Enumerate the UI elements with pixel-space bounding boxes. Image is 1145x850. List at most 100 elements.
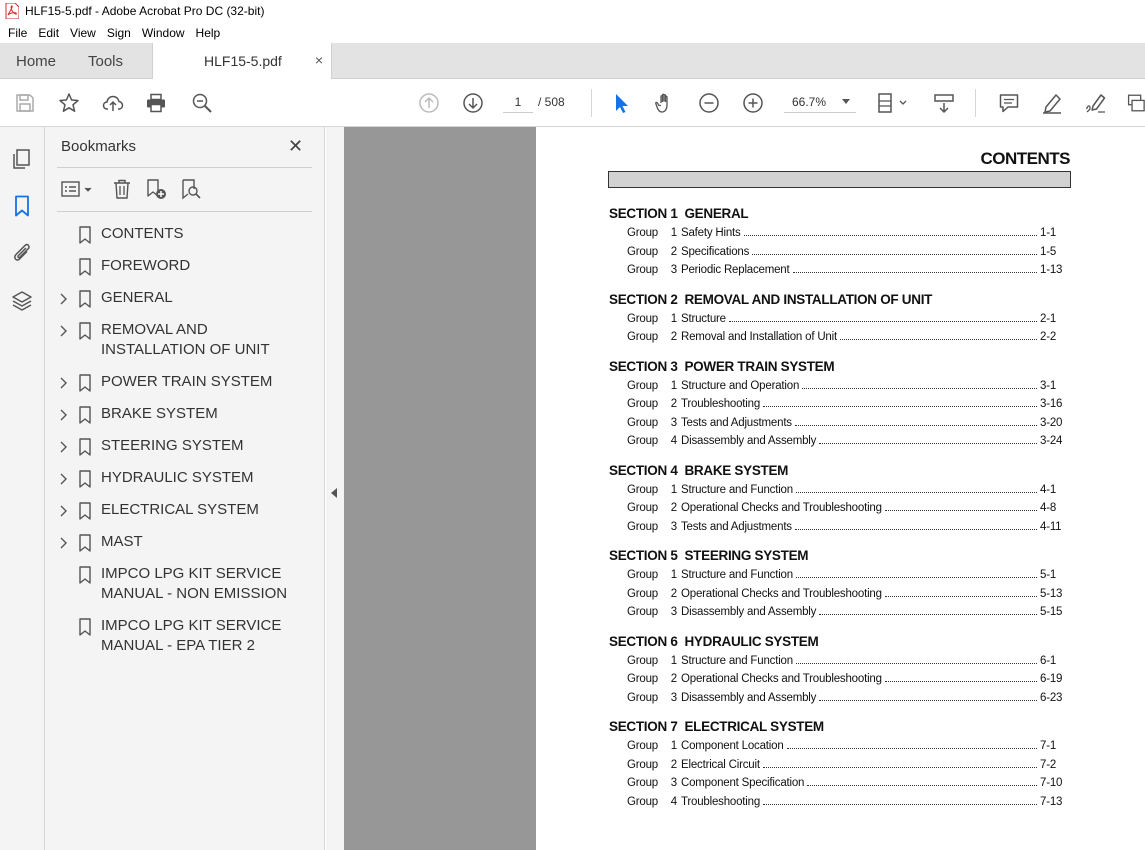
- bookmark-item[interactable]: REMOVAL AND INSTALLATION OF UNIT: [45, 318, 325, 370]
- bookmark-item[interactable]: IMPCO LPG KIT SERVICE MANUAL - NON EMISS…: [45, 562, 325, 614]
- bookmark-item[interactable]: IMPCO LPG KIT SERVICE MANUAL - EPA TIER …: [45, 614, 325, 666]
- toc-group-number: 3: [670, 691, 677, 704]
- bookmarks-icon[interactable]: [10, 194, 34, 218]
- section-heading: SECTION 7 ELECTRICAL SYSTEM: [609, 719, 824, 734]
- title-rule-bar: [608, 171, 1071, 188]
- more-tools-icon[interactable]: [1126, 91, 1145, 115]
- search-zoom-icon[interactable]: [190, 91, 214, 115]
- chevron-right-icon[interactable]: [58, 376, 68, 390]
- layers-icon[interactable]: [10, 289, 34, 313]
- toc-entry: Group 2 Electrical Circuit 7-2: [609, 758, 1064, 777]
- toc-group-label: Group: [627, 416, 658, 429]
- toc-entry-title: Disassembly and Assembly: [681, 606, 817, 618]
- document-viewport[interactable]: CONTENTS SECTION 1 GENERAL Group 1 Safety H…: [344, 127, 1145, 850]
- toc-entry: Group 1 Structure and Function 5-1: [609, 568, 1064, 587]
- new-bookmark-icon[interactable]: [145, 178, 169, 202]
- bookmark-item[interactable]: FOREWORD: [45, 254, 325, 286]
- toc-entry-title: Structure: [681, 312, 726, 325]
- close-icon[interactable]: ✕: [288, 137, 303, 155]
- toc-entry-title: Operational Checks and Troubleshooting: [681, 502, 882, 514]
- bookmark-item[interactable]: HYDRAULIC SYSTEM: [45, 466, 325, 498]
- chevron-right-icon[interactable]: [58, 472, 68, 486]
- chevron-right-icon[interactable]: [58, 440, 68, 454]
- attachments-icon[interactable]: [10, 240, 34, 264]
- sign-icon[interactable]: [1084, 91, 1108, 115]
- chevron-right-icon[interactable]: [58, 504, 68, 518]
- page-thumbnails-icon[interactable]: [10, 147, 34, 171]
- toc-entry: Group 1 Structure and Operation 3-1: [609, 379, 1064, 398]
- section-heading: SECTION 1 GENERAL: [609, 206, 749, 221]
- dot-leader: [807, 776, 1037, 786]
- page-total: / 508: [538, 95, 565, 109]
- toc-group-label: Group: [627, 654, 658, 667]
- toc-group-label: Group: [627, 264, 658, 276]
- zoom-in-icon[interactable]: [741, 91, 765, 115]
- chevron-down-icon: [842, 99, 850, 104]
- dot-leader: [884, 587, 1037, 597]
- menu-window[interactable]: Window: [142, 26, 185, 40]
- highlight-pen-icon[interactable]: [1040, 91, 1064, 115]
- toc-group-number: 2: [670, 758, 677, 771]
- tab-close-button[interactable]: ×: [315, 52, 323, 68]
- toc-group-label: Group: [627, 606, 658, 618]
- menu-sign[interactable]: Sign: [107, 26, 131, 40]
- find-bookmark-icon[interactable]: [180, 178, 204, 202]
- next-page-icon[interactable]: [461, 91, 485, 115]
- zoom-level-select[interactable]: 66.7%: [784, 91, 856, 113]
- star-icon[interactable]: [57, 91, 81, 115]
- title-bar: HLF15-5.pdf - Adobe Acrobat Pro DC (32-b…: [0, 0, 1145, 22]
- scroll-mode-icon[interactable]: [932, 91, 956, 115]
- menu-view[interactable]: View: [70, 26, 96, 40]
- bookmark-icon: [78, 226, 92, 244]
- hand-tool-icon[interactable]: [653, 91, 677, 115]
- chevron-right-icon[interactable]: [58, 408, 68, 422]
- tab-home[interactable]: Home: [16, 53, 56, 70]
- dot-leader: [762, 758, 1037, 768]
- bookmark-item[interactable]: MAST: [45, 530, 325, 562]
- chevron-right-icon[interactable]: [58, 324, 68, 338]
- comment-icon[interactable]: [997, 91, 1021, 115]
- bookmark-item[interactable]: CONTENTS: [45, 222, 325, 254]
- toc-page-number: 4-1: [1040, 483, 1057, 496]
- save-icon[interactable]: [13, 91, 37, 115]
- tab-document[interactable]: HLF15-5.pdf ×: [152, 43, 332, 80]
- chevron-right-icon[interactable]: [58, 292, 68, 306]
- bookmark-item[interactable]: BRAKE SYSTEM: [45, 402, 325, 434]
- previous-page-icon[interactable]: [417, 91, 441, 115]
- bookmark-item[interactable]: POWER TRAIN SYSTEM: [45, 370, 325, 402]
- dot-leader: [794, 520, 1037, 530]
- toc-page-number: 5-15: [1040, 606, 1063, 618]
- bookmark-options-icon[interactable]: [60, 178, 98, 202]
- bookmark-item[interactable]: STEERING SYSTEM: [45, 434, 325, 466]
- toc-group-number: 3: [670, 777, 677, 789]
- cloud-upload-icon[interactable]: [101, 91, 125, 115]
- print-icon[interactable]: [144, 91, 168, 115]
- dot-leader: [786, 739, 1037, 749]
- fit-page-icon[interactable]: [876, 91, 910, 115]
- panel-collapse-handle[interactable]: [326, 127, 344, 850]
- bookmark-item[interactable]: GENERAL: [45, 286, 325, 318]
- menu-file[interactable]: File: [8, 26, 27, 40]
- delete-bookmark-icon[interactable]: [111, 178, 135, 202]
- zoom-out-icon[interactable]: [697, 91, 721, 115]
- toc-page-number: 1-1: [1040, 227, 1057, 239]
- toc-group-number: 2: [670, 245, 677, 258]
- menu-edit[interactable]: Edit: [38, 26, 59, 40]
- bookmark-item[interactable]: ELECTRICAL SYSTEM: [45, 498, 325, 530]
- page-number-input[interactable]: 1: [503, 91, 533, 113]
- bookmark-icon: [78, 502, 92, 520]
- toc-group-label: Group: [627, 740, 658, 752]
- toc-group-label: Group: [627, 379, 658, 392]
- toc-page-number: 4-8: [1040, 502, 1057, 514]
- dot-leader: [884, 501, 1037, 511]
- toc-group-number: 3: [670, 520, 677, 533]
- select-pointer-icon[interactable]: [609, 91, 633, 115]
- chevron-right-icon[interactable]: [58, 536, 68, 550]
- menu-help[interactable]: Help: [196, 26, 221, 40]
- toc-page-number: 6-1: [1040, 654, 1057, 667]
- tab-tools[interactable]: Tools: [88, 53, 123, 70]
- toc-group-label: Group: [627, 569, 658, 581]
- left-navigation-rail: [0, 127, 45, 850]
- toc-entry-title: Troubleshooting: [681, 398, 761, 410]
